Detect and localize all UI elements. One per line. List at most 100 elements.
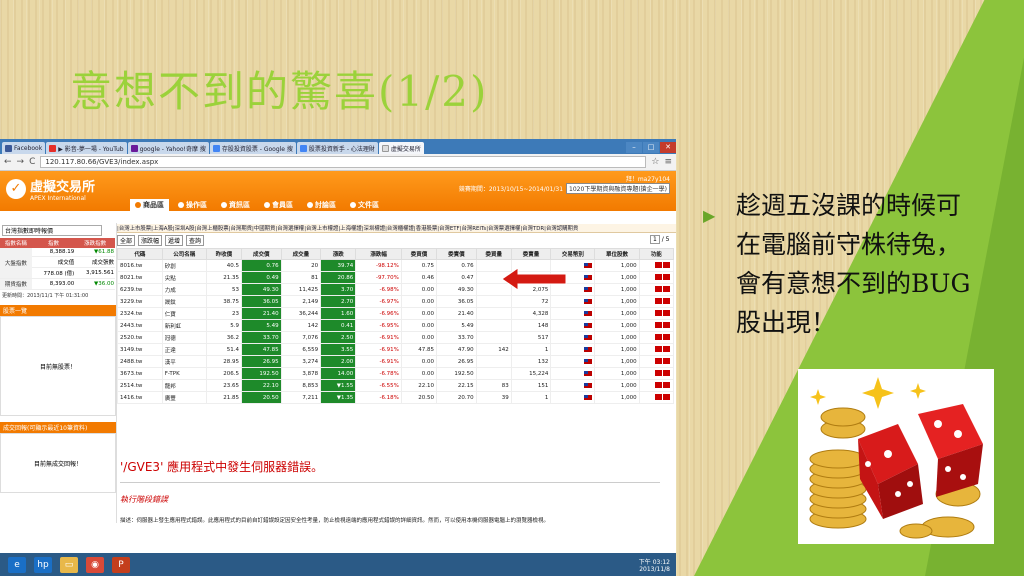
function-buttons[interactable]: [638, 355, 675, 368]
nav-products[interactable]: 商品區: [130, 199, 169, 211]
column-header[interactable]: 昨收價: [205, 248, 242, 260]
table-cell: 1,000: [594, 307, 640, 320]
minimize-icon[interactable]: –: [626, 142, 642, 153]
nav-operation[interactable]: 操作區: [173, 199, 212, 211]
left-panel: 台灣指數即時報價 指數名稱 指數 漲跌指數 大盤指數 8,388.19 ▼61.88 成…: [0, 223, 117, 523]
maximize-icon[interactable]: □: [643, 142, 659, 153]
table-cell: 0.00: [400, 295, 438, 308]
table-cell: -6.91%: [355, 355, 402, 368]
table-row[interactable]: 3673.tw F-TPK 206.5 192.50 3,878 14.00 -6.78% 0…: [117, 367, 675, 380]
table-cell: 0.00: [400, 367, 438, 380]
buy-icon: [655, 262, 662, 269]
table-row[interactable]: 3149.tw 正達 51.4 47.85 6,559 3.55 -6.91% 47.85 47…: [117, 343, 675, 356]
powerpoint-icon[interactable]: P: [112, 556, 130, 573]
table-row[interactable]: 3229.tw 晟鈦 38.75 36.05 2,149 2.70 -6.97% 0.00 36…: [117, 295, 675, 308]
trade-report-empty: 目前無成交回報！: [0, 433, 116, 493]
bullet-icon: [221, 202, 227, 208]
function-buttons[interactable]: [638, 331, 675, 344]
nav-member[interactable]: 會員區: [259, 199, 298, 211]
nav-info[interactable]: 資訊區: [216, 199, 255, 211]
table-cell: [475, 295, 512, 308]
market-select[interactable]: 全部: [117, 235, 136, 246]
column-header[interactable]: 成交價: [240, 248, 282, 260]
tab-virtual-exchange[interactable]: 虛擬交易所: [378, 142, 424, 154]
table-cell: 47.85: [240, 343, 282, 356]
function-buttons[interactable]: [638, 259, 675, 272]
column-header[interactable]: 功能: [638, 248, 675, 260]
table-row[interactable]: 2324.tw 仁寶 23 21.40 36,244 1.60 -6.96% 0.00 21.4…: [117, 307, 675, 320]
column-header[interactable]: 代碼: [117, 248, 163, 260]
sell-icon: [663, 262, 670, 269]
table-cell: 36.05: [436, 295, 477, 308]
function-buttons[interactable]: [638, 307, 675, 320]
function-buttons[interactable]: [638, 319, 675, 332]
column-header[interactable]: 委買價: [400, 248, 438, 260]
hp-icon[interactable]: hp: [34, 556, 52, 573]
error-subtitle: 執行階段錯誤: [120, 495, 168, 504]
table-cell: 3149.tw: [117, 343, 163, 356]
table-cell: [475, 319, 512, 332]
function-buttons[interactable]: [638, 343, 675, 356]
tab-yahoo[interactable]: google - Yahoo!奇摩 搜: [127, 142, 209, 154]
table-cell: -6.95%: [355, 319, 402, 332]
ie-icon[interactable]: e: [8, 556, 26, 573]
table-cell: 21.35: [205, 271, 242, 284]
column-header[interactable]: 漲跌幅: [355, 248, 402, 260]
table-cell: 2520.tw: [117, 331, 163, 344]
column-header[interactable]: 公司名稱: [161, 248, 207, 260]
error-description: 描述：伺服器上發生應用程式錯誤。此應用程式的目前自訂錯誤設定因安全性考量，防止檢…: [120, 518, 550, 524]
market-subnav[interactable]: |台灣上市股票|上海A股|深圳A股|台灣上櫃股票|台灣期貨|中國期貨|台灣選擇權…: [117, 224, 676, 233]
table-row[interactable]: 1416.tw 廣豐 21.85 20.50 7,211 ▼1.35 -6.18% 20.50…: [117, 391, 675, 404]
tab-facebook[interactable]: Facebook: [2, 142, 46, 154]
table-cell: 0.00: [400, 355, 438, 368]
table-row[interactable]: 8016.tw 矽創 40.5 0.76 20 39.74 -98.12% 0.75 0.76 1…: [117, 259, 675, 272]
table-row[interactable]: 2443.tw 新利虹 5.9 5.49 142 0.41 -6.95% 0.00 5.49 14…: [117, 319, 675, 332]
chrome-icon[interactable]: ◉: [86, 556, 104, 573]
nav-forum[interactable]: 討論區: [302, 199, 341, 211]
tab-youtube[interactable]: ▶ 影音-夢一場 - YouTub: [46, 142, 127, 154]
sell-icon: [663, 274, 670, 281]
sort-select[interactable]: 漲跌幅: [138, 235, 163, 246]
close-icon[interactable]: ✕: [660, 142, 676, 153]
table-cell: 0.76: [436, 259, 477, 272]
contest-select[interactable]: 1020下學期資與融資專題(搶企一學): [566, 183, 670, 194]
function-buttons[interactable]: [638, 367, 675, 380]
menu-icon[interactable]: ≡: [664, 157, 672, 167]
url-input[interactable]: 120.117.80.66/GVE3/index.aspx: [40, 156, 647, 168]
window-controls: – □ ✕: [626, 142, 676, 154]
nav-docs[interactable]: 文件區: [345, 199, 384, 211]
app-logo[interactable]: ✓ 虛擬交易所 APEX International: [6, 176, 95, 202]
column-header[interactable]: 委賣價: [436, 248, 477, 260]
column-header[interactable]: 漲跌: [320, 248, 357, 260]
column-header[interactable]: 成交量: [280, 248, 322, 260]
folder-icon[interactable]: ▭: [60, 556, 78, 573]
table-row[interactable]: 2514.tw 龍邦 23.65 22.10 8,853 ▼1.55 -6.55% 22.10…: [117, 379, 675, 392]
function-buttons[interactable]: [638, 283, 675, 296]
order-select[interactable]: 遞增: [165, 235, 184, 246]
back-icon[interactable]: ←: [4, 157, 12, 167]
column-header[interactable]: 交易幣別: [550, 248, 596, 260]
page-select[interactable]: 1: [650, 235, 660, 244]
column-header[interactable]: 委買量: [475, 248, 512, 260]
function-buttons[interactable]: [638, 295, 675, 308]
tab-finance[interactable]: 股票投資新手 - 心法理財: [296, 142, 378, 154]
star-icon[interactable]: ☆: [651, 157, 659, 167]
main-nav: 商品區 操作區 資訊區 會員區 討論區 文件區: [130, 199, 384, 211]
column-header[interactable]: 委賣量: [510, 248, 552, 260]
query-button[interactable]: 查詢: [186, 235, 205, 246]
column-header[interactable]: 單位股數: [594, 248, 640, 260]
function-buttons[interactable]: [638, 271, 675, 284]
function-buttons[interactable]: [638, 391, 675, 404]
table-cell: 23.65: [205, 379, 242, 392]
slide-bullet: ▶ 趁週五沒課的時候可在電腦前守株待兔，會有意想不到的BUG股出現！: [703, 191, 971, 337]
table-row[interactable]: 2488.tw 漢平 28.95 26.95 3,274 2.00 -6.91% 0.00 26…: [117, 355, 675, 368]
reload-icon[interactable]: C: [29, 157, 35, 167]
forward-icon[interactable]: →: [17, 157, 25, 167]
tab-google-search[interactable]: 存股投資股票 - Google 搜: [209, 142, 296, 154]
table-cell: 2.50: [320, 331, 357, 344]
table-row[interactable]: 6239.tw 力成 53 49.30 11,425 3.70 -6.98% 0.00 49.3…: [117, 283, 675, 296]
function-buttons[interactable]: [638, 379, 675, 392]
index-select[interactable]: 台灣指數即時報價: [2, 225, 102, 236]
table-row[interactable]: 8021.tw 尖點 21.35 0.49 81 20.86 -97.70% 0.46 0.47…: [117, 271, 675, 284]
table-row[interactable]: 2520.tw 冠德 36.2 33.70 7,076 2.50 -6.91% 0.00 33.…: [117, 331, 675, 344]
